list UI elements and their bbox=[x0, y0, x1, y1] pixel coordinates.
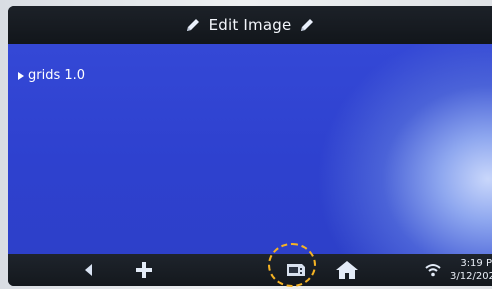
home-icon bbox=[336, 261, 358, 279]
tree-item-label: grids 1.0 bbox=[28, 68, 86, 83]
wifi-status bbox=[424, 261, 442, 279]
clock-time: 3:19 P bbox=[460, 258, 492, 269]
expand-arrow-icon[interactable] bbox=[18, 71, 24, 80]
back-arrow-icon bbox=[85, 264, 92, 276]
pencil-icon bbox=[298, 16, 316, 34]
clock: 3:19 P 3/12/202 bbox=[450, 257, 492, 283]
clock-date: 3/12/202 bbox=[450, 271, 492, 282]
sd-card-icon bbox=[287, 264, 305, 276]
bottom-nav-bar: 3:19 P 3/12/202 bbox=[8, 254, 492, 286]
tree-item-grids[interactable]: grids 1.0 bbox=[18, 68, 85, 83]
wifi-icon bbox=[425, 264, 441, 277]
home-button[interactable] bbox=[334, 258, 360, 282]
file-browser-area: grids 1.0 bbox=[8, 44, 492, 254]
add-icon bbox=[136, 262, 152, 278]
add-button[interactable] bbox=[132, 259, 156, 281]
touch-screen: Edit Image grids 1.0 3:19 P 3/12/202 bbox=[8, 6, 492, 286]
pencil-icon bbox=[184, 16, 202, 34]
page-title: Edit Image bbox=[208, 16, 292, 34]
sd-card-button[interactable] bbox=[278, 259, 314, 281]
title-bar: Edit Image bbox=[8, 6, 492, 44]
back-button[interactable] bbox=[78, 260, 100, 280]
